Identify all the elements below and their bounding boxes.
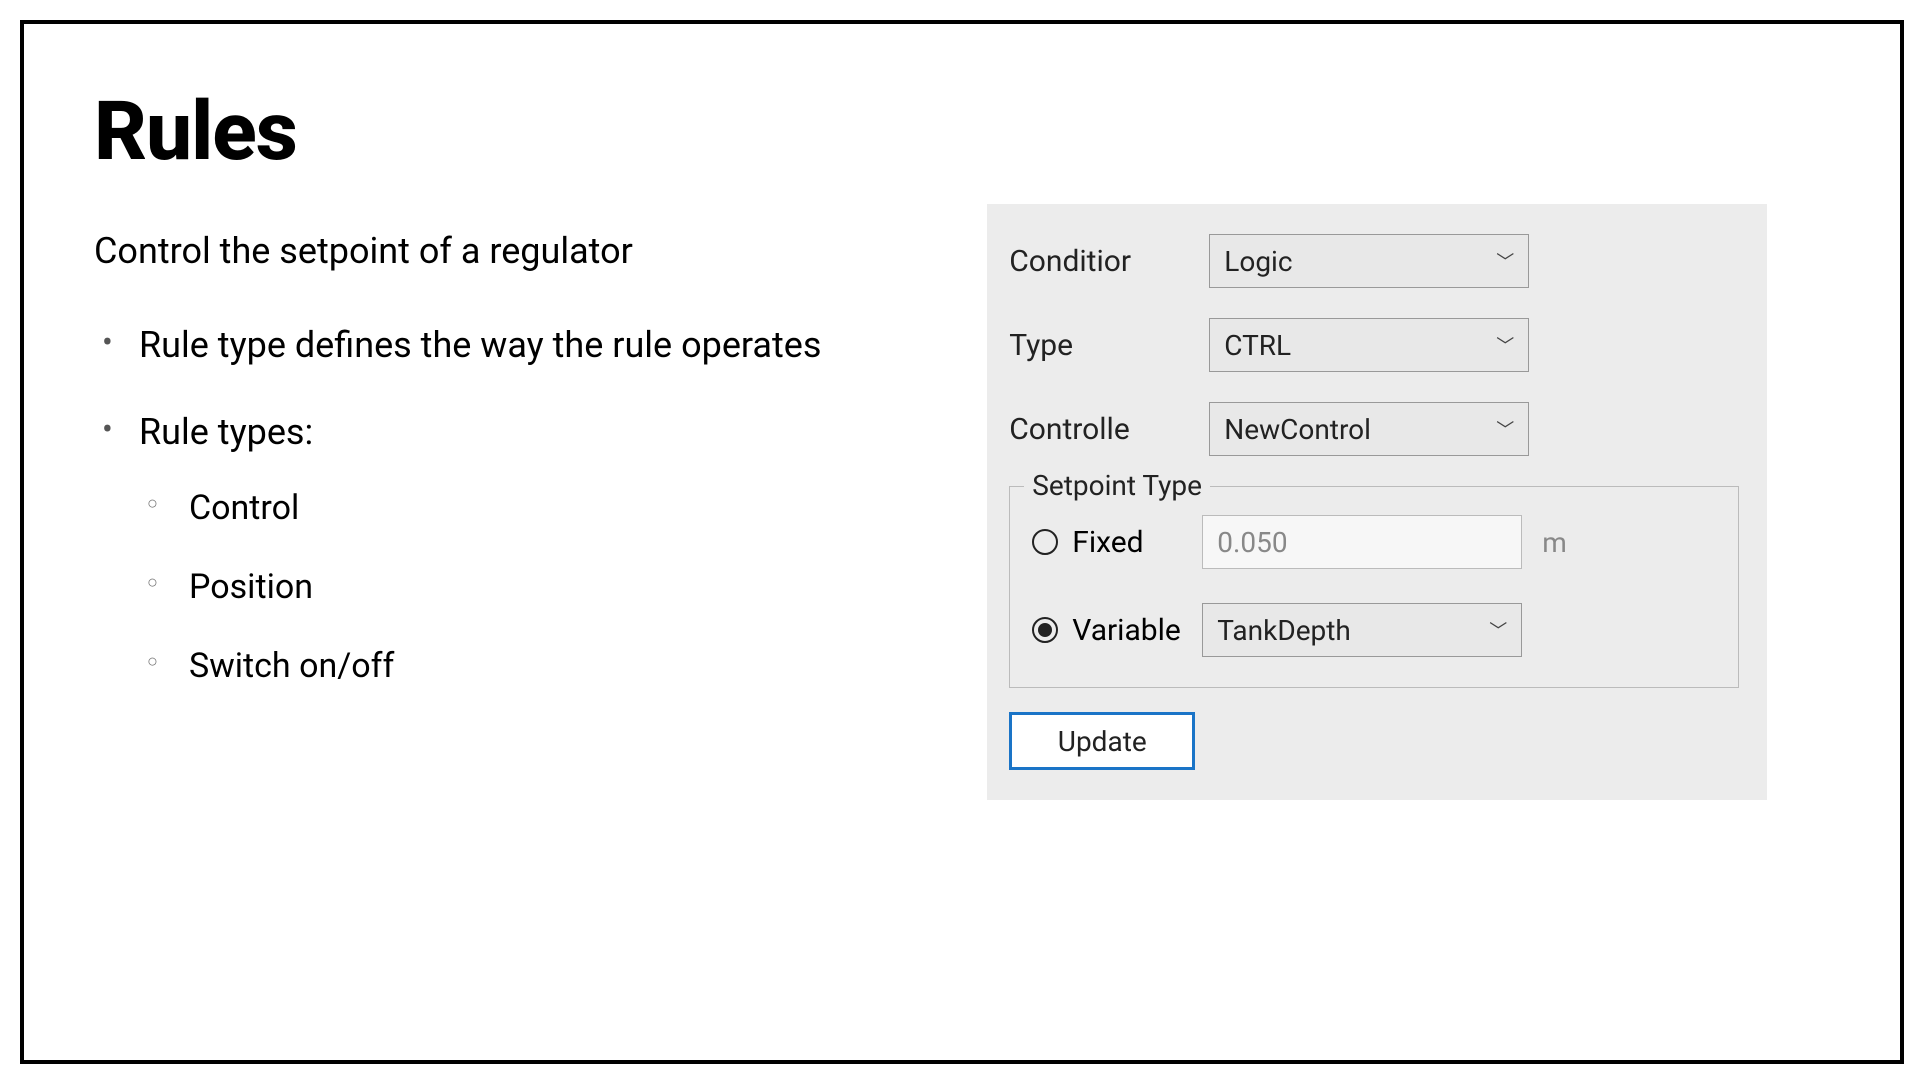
- bullet-1: Rule type defines the way the rule opera…: [94, 322, 927, 369]
- chevron-down-icon: ﹀: [1496, 332, 1514, 358]
- sub-bullet-position: Position: [139, 565, 927, 609]
- fixed-label: Fixed: [1072, 525, 1202, 560]
- sub-bullet-control: Control: [139, 486, 927, 530]
- chevron-down-icon: ﹀: [1489, 617, 1507, 643]
- type-label: Type: [1009, 328, 1209, 363]
- type-row: Type CTRL ﹀: [1009, 318, 1739, 372]
- controller-label: Controlle: [1009, 412, 1209, 447]
- subtitle: Control the setpoint of a regulator: [94, 230, 927, 272]
- fixed-row: Fixed 0.050 m: [1032, 515, 1716, 569]
- content-right: Conditior Logic ﹀ Type CTRL ﹀ Controlle …: [987, 84, 1830, 1000]
- settings-panel: Conditior Logic ﹀ Type CTRL ﹀ Controlle …: [987, 204, 1767, 800]
- bullet-2-text: Rule types:: [139, 411, 313, 453]
- fixed-radio[interactable]: [1032, 529, 1058, 555]
- setpoint-legend: Setpoint Type: [1024, 469, 1210, 502]
- condition-label: Conditior: [1009, 244, 1209, 279]
- type-dropdown[interactable]: CTRL ﹀: [1209, 318, 1529, 372]
- variable-row: Variable TankDepth ﹀: [1032, 603, 1716, 657]
- sub-bullet-list: Control Position Switch on/off: [139, 486, 927, 689]
- sub-bullet-switch: Switch on/off: [139, 644, 927, 688]
- variable-dropdown[interactable]: TankDepth ﹀: [1202, 603, 1522, 657]
- controller-value: NewControl: [1224, 413, 1371, 446]
- fixed-unit: m: [1542, 526, 1567, 559]
- controller-row: Controlle NewControl ﹀: [1009, 402, 1739, 456]
- type-value: CTRL: [1224, 329, 1291, 362]
- bullet-list: Rule type defines the way the rule opera…: [94, 322, 927, 688]
- controller-dropdown[interactable]: NewControl ﹀: [1209, 402, 1529, 456]
- bullet-2: Rule types: Control Position Switch on/o…: [94, 409, 927, 688]
- condition-row: Conditior Logic ﹀: [1009, 234, 1739, 288]
- condition-value: Logic: [1224, 245, 1292, 278]
- content-left: Rules Control the setpoint of a regulato…: [94, 84, 927, 1000]
- setpoint-fieldset: Setpoint Type Fixed 0.050 m Variable Tan…: [1009, 486, 1739, 688]
- variable-radio[interactable]: [1032, 617, 1058, 643]
- variable-value: TankDepth: [1217, 614, 1351, 647]
- fixed-input[interactable]: 0.050: [1202, 515, 1522, 569]
- chevron-down-icon: ﹀: [1496, 248, 1514, 274]
- slide-frame: Rules Control the setpoint of a regulato…: [20, 20, 1904, 1064]
- variable-label: Variable: [1072, 613, 1202, 648]
- fixed-value: 0.050: [1217, 526, 1287, 559]
- update-button[interactable]: Update: [1009, 712, 1195, 770]
- page-title: Rules: [94, 84, 927, 180]
- condition-dropdown[interactable]: Logic ﹀: [1209, 234, 1529, 288]
- chevron-down-icon: ﹀: [1496, 416, 1514, 442]
